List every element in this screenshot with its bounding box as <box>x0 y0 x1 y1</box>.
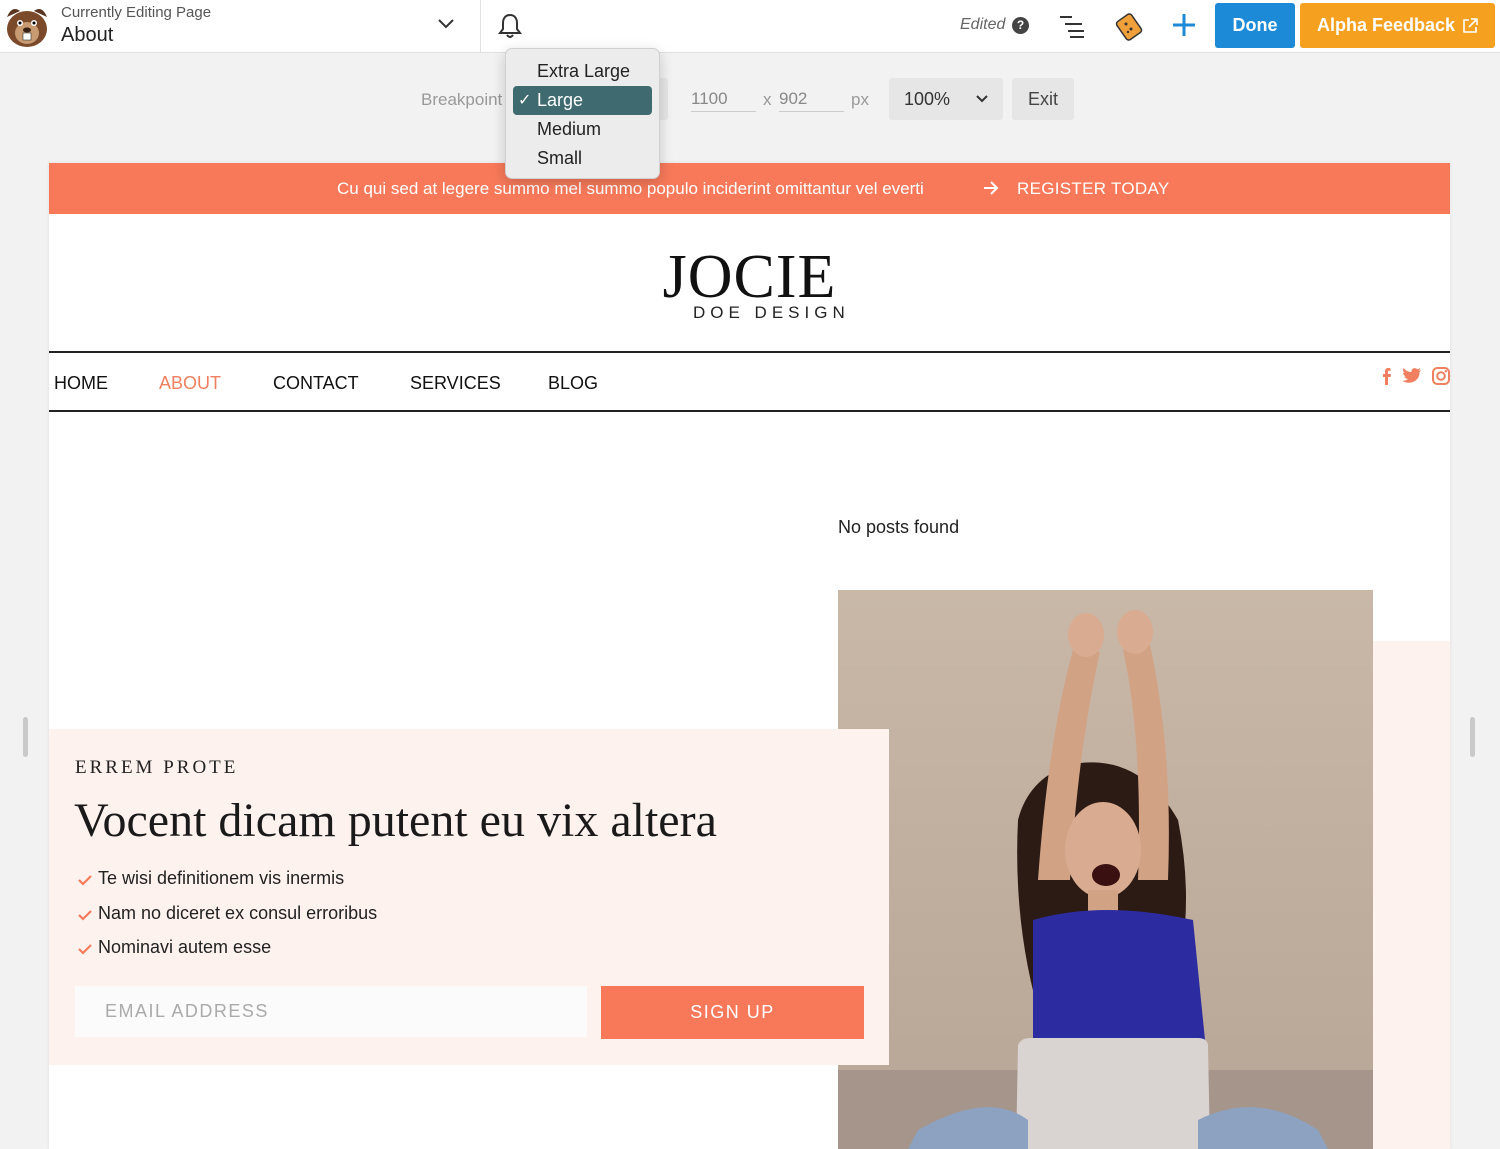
nav-blog[interactable]: BLOG <box>548 373 598 394</box>
main-nav: HOME ABOUT CONTACT SERVICES BLOG <box>49 351 1450 412</box>
check-icon <box>78 910 92 921</box>
bell-icon[interactable] <box>497 12 523 40</box>
zoom-select[interactable]: 100% <box>889 78 1003 120</box>
nav-contact[interactable]: CONTACT <box>273 373 359 394</box>
check-icon <box>78 944 92 955</box>
divider <box>480 0 481 53</box>
zoom-value: 100% <box>904 89 951 109</box>
announcement-text: Cu qui sed at legere summo mel summo pop… <box>337 179 924 198</box>
announcement-bar: Cu qui sed at legere summo mel summo pop… <box>49 163 1450 214</box>
alpha-feedback-label: Alpha Feedback <box>1317 15 1456 35</box>
option-label: Small <box>537 148 583 168</box>
signup-promo: ERREM PROTE Vocent dicam putent eu vix a… <box>49 729 889 1065</box>
brand-subtitle: DOE DESIGN <box>693 303 850 322</box>
facebook-icon[interactable] <box>1378 366 1398 386</box>
check-icon: ✓ <box>518 92 532 109</box>
list-item: Nam no diceret ex consul erroribus <box>78 903 377 924</box>
builder-topbar: Currently Editing Page About Edited ? Do… <box>0 0 1500 53</box>
current-page-name[interactable]: About <box>61 24 113 47</box>
breakpoint-option-small[interactable]: Small <box>513 144 652 173</box>
chevron-down-icon <box>976 95 988 103</box>
width-input[interactable] <box>691 86 756 112</box>
breakpoint-menu: Extra Large ✓ Large Medium Small <box>505 48 660 179</box>
breakpoint-label: Breakpoint <box>421 90 503 109</box>
beaver-logo-icon[interactable] <box>2 3 52 49</box>
nav-about[interactable]: ABOUT <box>159 373 221 394</box>
twitter-icon[interactable] <box>1402 366 1422 386</box>
list-item-text: Te wisi definitionem vis inermis <box>98 868 345 888</box>
option-label: Medium <box>537 119 602 139</box>
arrow-right-icon <box>984 181 999 195</box>
breakpoint-option-medium[interactable]: Medium <box>513 115 652 144</box>
accent-panel <box>1373 641 1450 1149</box>
unit-label: px <box>851 90 869 109</box>
signup-button[interactable]: SIGN UP <box>601 986 864 1039</box>
register-link[interactable]: REGISTER TODAY <box>1017 179 1170 199</box>
breakpoint-option-large[interactable]: ✓ Large <box>513 86 652 115</box>
list-item-text: Nominavi autem esse <box>98 937 272 957</box>
list-item-text: Nam no diceret ex consul erroribus <box>98 903 378 923</box>
email-field[interactable] <box>75 986 587 1037</box>
instagram-icon[interactable] <box>1431 366 1450 386</box>
outline-icon[interactable] <box>1058 13 1086 39</box>
no-posts-message: No posts found <box>838 517 960 537</box>
check-icon <box>78 875 92 886</box>
chevron-down-icon[interactable] <box>436 14 456 34</box>
help-icon[interactable]: ? <box>1012 17 1029 34</box>
resize-handle-left[interactable] <box>23 717 28 757</box>
edit-status: Edited <box>960 16 1006 33</box>
exit-button[interactable]: Exit <box>1012 78 1074 120</box>
done-button[interactable]: Done <box>1215 3 1295 48</box>
cookie-icon[interactable] <box>1114 10 1144 42</box>
dimension-separator: x <box>763 90 772 109</box>
promo-heading: Vocent dicam putent eu vix altera <box>74 794 717 847</box>
list-item: Nominavi autem esse <box>78 937 271 958</box>
plus-icon[interactable] <box>1170 11 1198 39</box>
external-link-icon <box>1463 18 1478 33</box>
breakpoint-option-extra-large[interactable]: Extra Large <box>513 57 652 86</box>
page-canvas: Cu qui sed at legere summo mel summo pop… <box>49 163 1450 1149</box>
option-label: Extra Large <box>537 61 631 81</box>
list-item: Te wisi definitionem vis inermis <box>78 868 344 889</box>
editing-label: Currently Editing Page <box>61 4 212 21</box>
alpha-feedback-button[interactable]: Alpha Feedback <box>1300 3 1495 48</box>
option-label: Large <box>537 90 584 110</box>
promo-eyebrow: ERREM PROTE <box>75 757 239 778</box>
nav-home[interactable]: HOME <box>54 373 108 394</box>
site-brand[interactable]: JOCIE DOE DESIGN <box>49 214 1450 352</box>
nav-services[interactable]: SERVICES <box>410 373 501 394</box>
hero-photo <box>838 590 1373 1149</box>
resize-handle-right[interactable] <box>1470 717 1475 757</box>
height-input[interactable] <box>779 86 844 112</box>
